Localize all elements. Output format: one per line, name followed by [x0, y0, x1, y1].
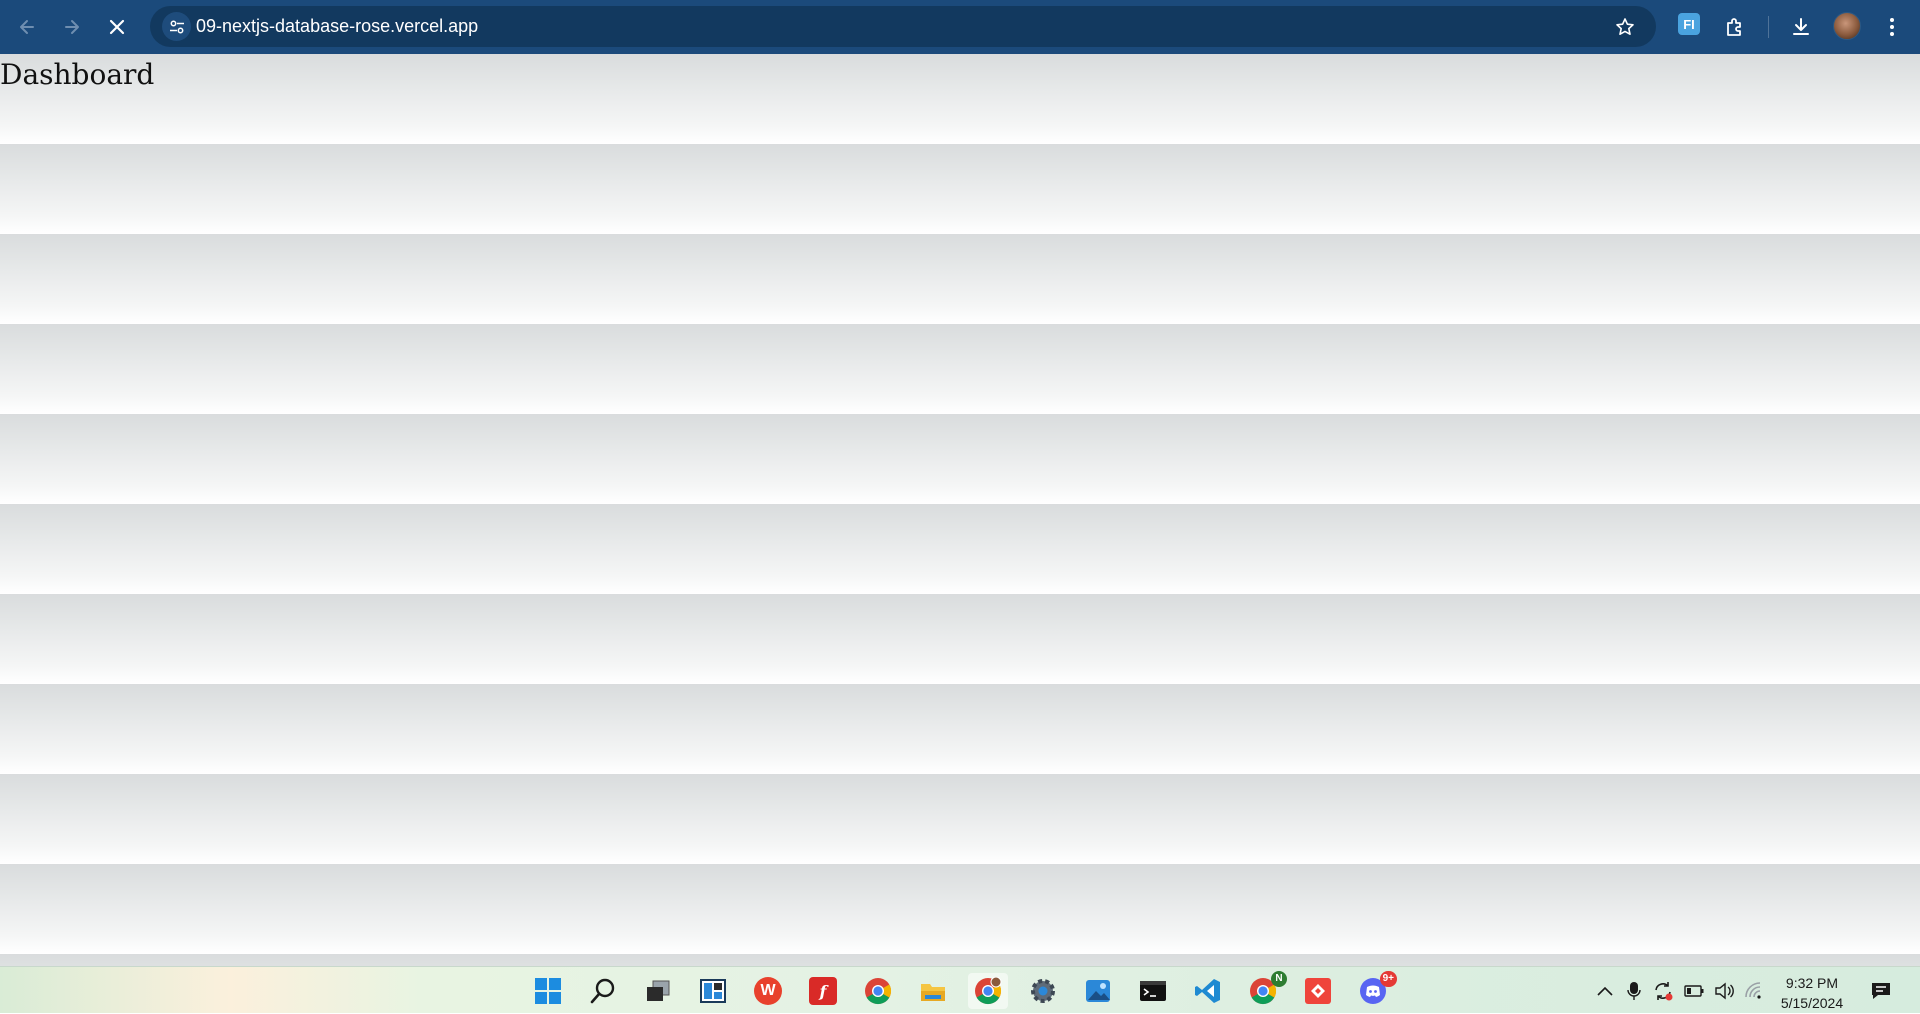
forward-arrow-icon	[65, 20, 79, 34]
wifi-icon	[1745, 981, 1761, 999]
url-text[interactable]: 09-nextjs-database-rose.vercel.app	[196, 6, 478, 47]
taskbar-widgets-button[interactable]	[693, 973, 733, 1009]
puzzle-icon	[1727, 18, 1741, 36]
star-icon	[1616, 18, 1634, 35]
extensions-button[interactable]	[1717, 9, 1753, 45]
widgets-icon	[700, 979, 726, 1003]
back-arrow-icon	[20, 20, 34, 34]
foxit-icon: f	[809, 977, 837, 1005]
folder-icon	[921, 984, 945, 1001]
downloads-button[interactable]	[1783, 9, 1819, 45]
extension-fi-button[interactable]: FI	[1678, 13, 1700, 35]
taskbar-settings-button[interactable]	[1023, 973, 1063, 1009]
download-icon	[1793, 18, 1809, 35]
chrome-icon	[865, 978, 892, 1005]
tray-overflow-button[interactable]	[1594, 967, 1616, 1014]
taskbar-chrome-profile-button[interactable]	[968, 973, 1008, 1009]
clock-time: 9:32 PM	[1785, 975, 1839, 991]
forward-button[interactable]	[54, 9, 90, 45]
wps-icon: W	[754, 977, 782, 1005]
photos-icon	[1086, 980, 1110, 1002]
back-button[interactable]	[9, 9, 45, 45]
taskbar-start-button[interactable]	[528, 973, 568, 1009]
windows-logo-icon	[535, 978, 561, 1004]
profile-avatar[interactable]	[1833, 12, 1861, 40]
taskbar-clock[interactable]: 9:32 PM 5/15/2024	[1770, 973, 1854, 1013]
windows-taskbar: W f N 9+ 9:32 PM 5/15/2024	[0, 966, 1920, 1013]
taskbar-photos-button[interactable]	[1078, 973, 1118, 1009]
taskbar-chrome-n-button[interactable]: N	[1243, 971, 1287, 1009]
tune-icon	[169, 20, 184, 33]
taskbar-foxit-reader-button[interactable]: f	[803, 973, 843, 1009]
chrome-n-badge: N	[1271, 971, 1287, 987]
notification-icon	[1872, 982, 1890, 999]
volume-icon	[1715, 982, 1734, 999]
page-title: Dashboard	[0, 58, 155, 91]
toolbar-divider	[1768, 16, 1769, 38]
close-icon	[109, 19, 125, 35]
clock-date: 5/15/2024	[1780, 995, 1844, 1011]
taskbar-wps-office-button[interactable]: W	[748, 973, 788, 1009]
vscode-icon	[1195, 979, 1220, 1003]
taskbar-chrome-button[interactable]	[858, 973, 898, 1009]
task-view-icon	[647, 980, 670, 1001]
site-info-button[interactable]	[162, 12, 191, 41]
stop-loading-button[interactable]	[99, 9, 135, 45]
tray-notification-button[interactable]	[1867, 967, 1895, 1014]
address-bar[interactable]: 09-nextjs-database-rose.vercel.app	[150, 6, 1656, 47]
bookmark-button[interactable]	[1612, 14, 1638, 40]
tray-wifi-button[interactable]	[1743, 967, 1765, 1014]
menu-button[interactable]	[1874, 9, 1910, 45]
tray-volume-button[interactable]	[1713, 967, 1735, 1014]
taskbar-anydesk-button[interactable]	[1298, 973, 1338, 1009]
browser-toolbar: 09-nextjs-database-rose.vercel.app FI	[0, 0, 1920, 54]
search-icon	[590, 978, 615, 1004]
taskbar-terminal-button[interactable]	[1133, 973, 1173, 1009]
taskbar-discord-button[interactable]: 9+	[1353, 971, 1397, 1009]
taskbar-task-view-button[interactable]	[638, 973, 678, 1009]
taskbar-vscode-button[interactable]	[1188, 973, 1228, 1009]
sync-icon	[1655, 981, 1673, 1000]
battery-icon	[1684, 984, 1704, 997]
tray-battery-button[interactable]	[1683, 967, 1705, 1014]
discord-badge: 9+	[1379, 971, 1397, 987]
tray-sync-button[interactable]	[1651, 967, 1675, 1014]
taskbar-search-button[interactable]	[583, 973, 623, 1009]
chrome-icon	[975, 977, 1002, 1005]
page-content: Dashboard	[0, 54, 1920, 966]
tray-microphone-button[interactable]	[1624, 967, 1644, 1014]
anydesk-icon	[1305, 978, 1331, 1004]
microphone-icon	[1627, 981, 1641, 1000]
gear-icon	[1031, 979, 1055, 1003]
more-vert-icon	[1890, 18, 1894, 36]
chevron-up-icon	[1597, 986, 1613, 996]
taskbar-file-explorer-button[interactable]	[913, 973, 953, 1009]
terminal-icon	[1140, 981, 1166, 1001]
